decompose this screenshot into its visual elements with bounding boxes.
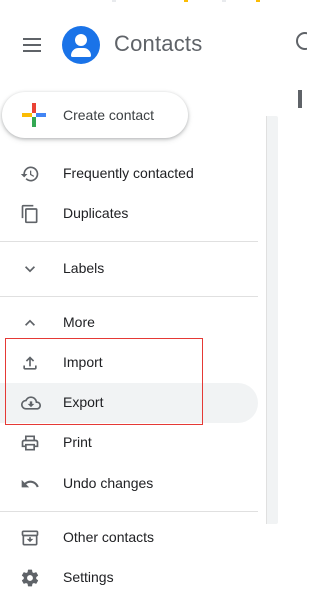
sidebar-item-label: More	[63, 314, 95, 330]
create-contact-label: Create contact	[63, 107, 155, 123]
sidebar-item-label: Other contacts	[63, 529, 155, 545]
sidebar-item-label: Undo changes	[63, 475, 154, 491]
sidebar-item-label: Settings	[63, 569, 114, 585]
sidebar-item-print[interactable]: Print	[0, 423, 258, 463]
sidebar-item-more[interactable]: More	[0, 303, 258, 343]
sidebar-item-label: Frequently contacted	[63, 165, 194, 181]
sidebar-item-other-contacts[interactable]: Other contacts	[0, 518, 258, 558]
contacts-sidebar-page: Contacts Create contact Frequently conta…	[0, 0, 307, 600]
sidebar-scrollbar-thumb[interactable]	[266, 116, 278, 524]
sidebar-item-duplicates[interactable]: Duplicates	[0, 194, 258, 234]
multicolor-plus-icon	[22, 103, 46, 127]
sidebar-item-label: Labels	[63, 260, 105, 276]
undo-icon	[20, 474, 44, 494]
sidebar-divider	[0, 296, 258, 297]
sidebar-item-frequently-contacted[interactable]: Frequently contacted	[0, 154, 258, 194]
partial-checkbox-icon[interactable]	[298, 90, 302, 108]
sidebar-item-undo-changes[interactable]: Undo changes	[0, 464, 258, 504]
history-icon	[20, 164, 44, 184]
sidebar-item-label: Print	[63, 434, 92, 450]
gear-icon	[20, 568, 44, 588]
copy-icon	[20, 204, 44, 224]
sidebar-divider	[0, 511, 258, 512]
app-title: Contacts	[114, 31, 203, 56]
search-icon[interactable]	[296, 32, 307, 50]
sidebar-divider	[0, 241, 258, 242]
sidebar-item-label: Duplicates	[63, 205, 129, 221]
chevron-up-icon	[20, 313, 44, 333]
sidebar-item-settings[interactable]: Settings	[0, 558, 258, 598]
contacts-logo-icon	[62, 26, 100, 64]
create-contact-button[interactable]: Create contact	[2, 92, 188, 138]
sidebar-item-labels[interactable]: Labels	[0, 249, 258, 289]
chevron-down-icon	[20, 259, 44, 279]
archive-icon	[20, 528, 44, 548]
red-highlight-box	[5, 338, 203, 425]
hamburger-menu-icon[interactable]	[16, 30, 48, 60]
printer-icon	[20, 433, 44, 453]
top-bar: Contacts	[0, 0, 307, 88]
